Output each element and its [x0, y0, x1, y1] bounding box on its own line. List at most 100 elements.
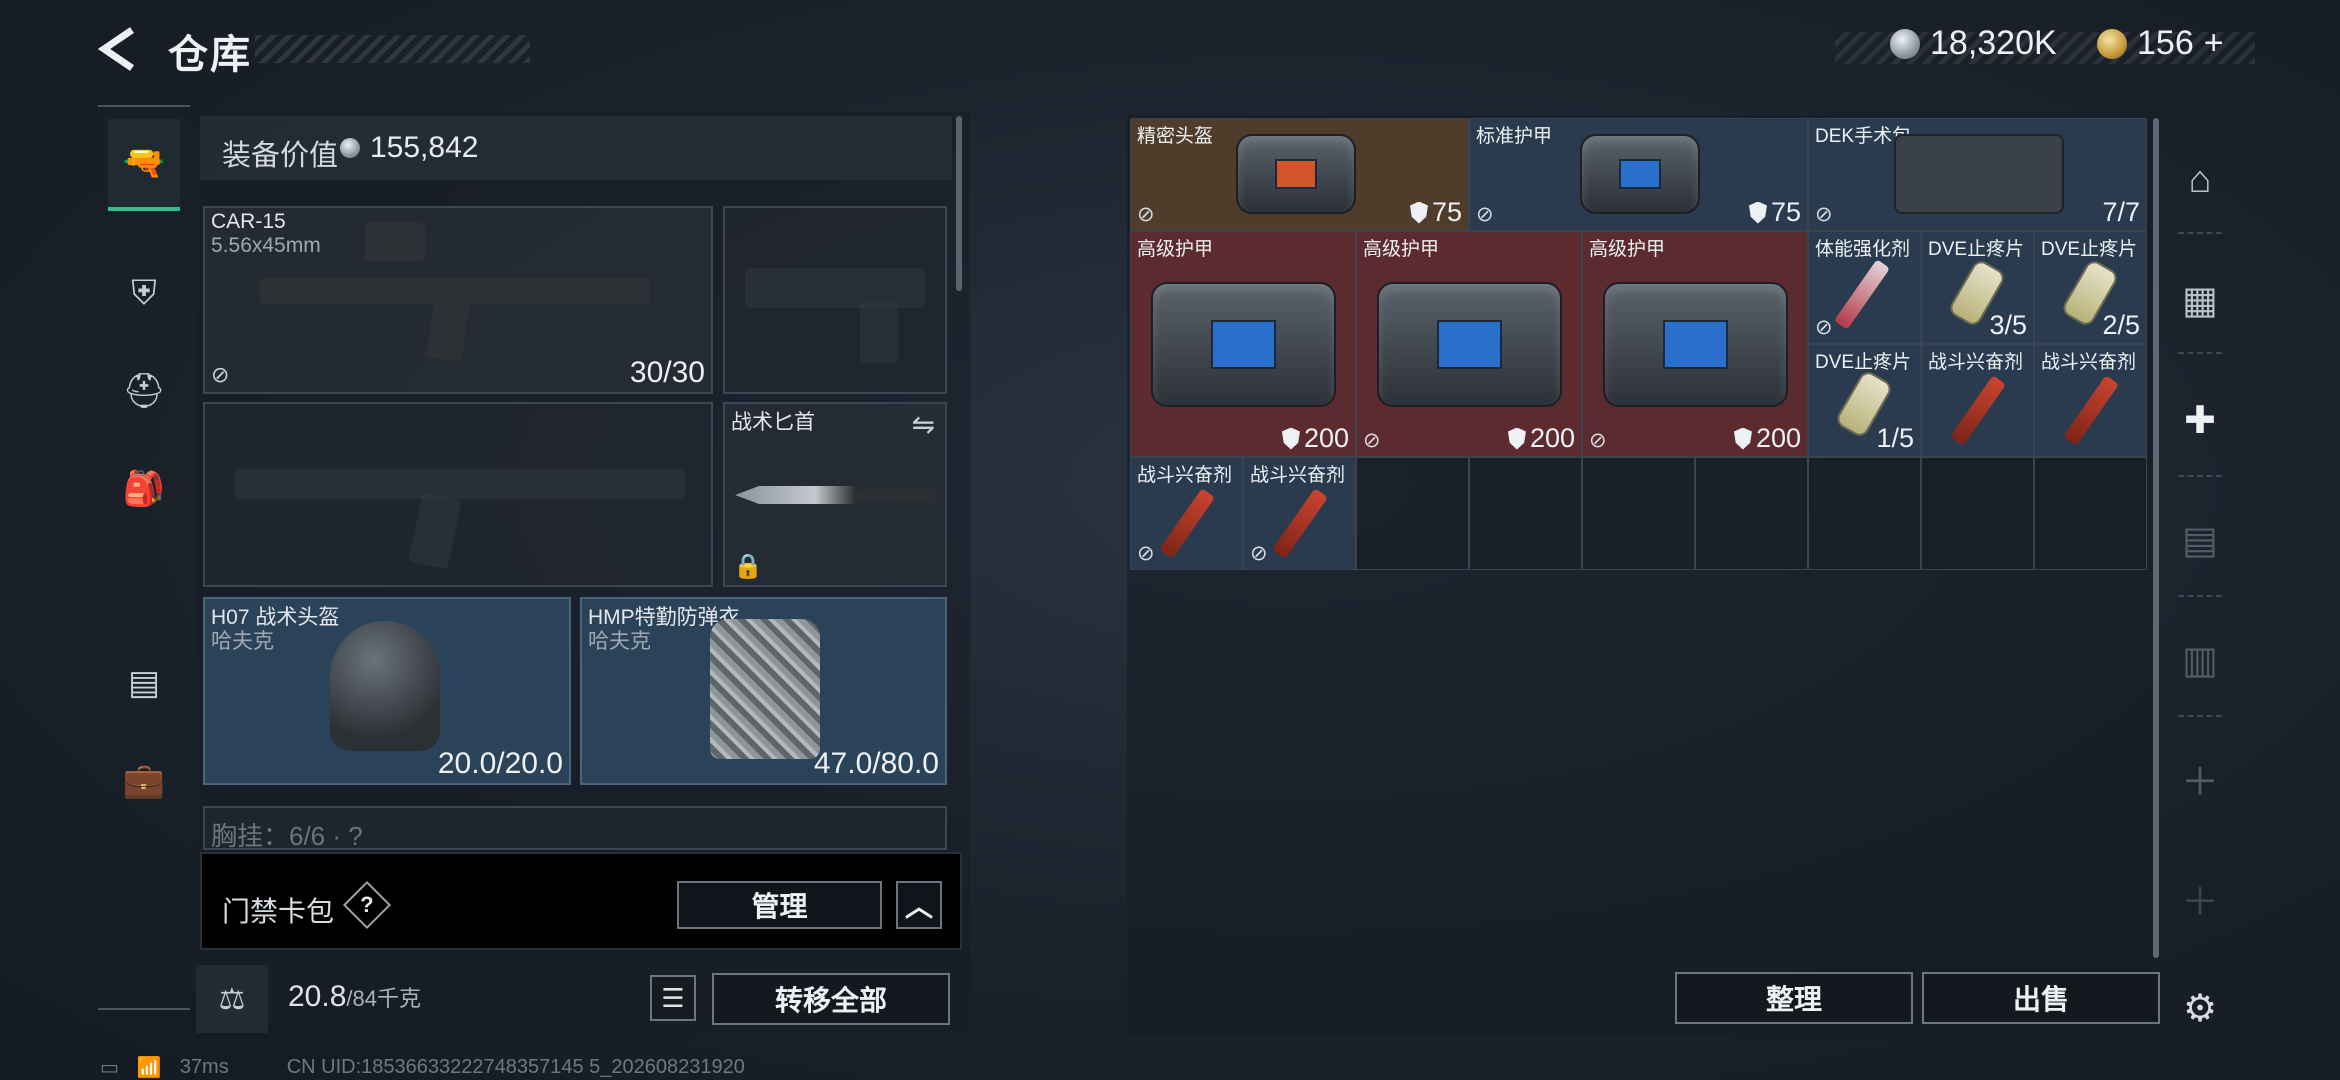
add-currency-icon[interactable]: +	[2204, 24, 2224, 63]
shelf-icon: ▥	[2182, 639, 2218, 682]
pistol-grip	[860, 303, 898, 363]
equipment-value-bar: 装备价值 155,842	[200, 116, 952, 180]
stash-grid: 精密头盔 ⊘ 75 标准护甲 ⊘ 75 DEK手术包 ⊘ 7/7 高级护甲 20…	[1130, 118, 2147, 570]
chest-rig-slot[interactable]: 胸挂：6/6 · ?	[203, 806, 947, 850]
stash-item[interactable]: 战斗兴奋剂	[2034, 344, 2147, 457]
melee-slot[interactable]: 战术匕首 ⇋ 🔒	[723, 402, 947, 587]
rail-divider	[2178, 715, 2222, 717]
rail-armor[interactable]: ⛨	[108, 247, 180, 339]
medkit-add-icon: ✚	[2184, 399, 2216, 442]
knife-image	[735, 486, 935, 504]
plus-icon: ＋	[2180, 881, 2219, 924]
gold-coin-icon	[2097, 28, 2127, 59]
primary-weapon-slot[interactable]: CAR-15 5.56x45mm ⊘ 30/30	[203, 206, 713, 394]
expand-button[interactable]: ︿	[896, 881, 942, 929]
armor-slot[interactable]: HMP特勤防弹衣 哈夫克 47.0/80.0	[580, 597, 947, 785]
page-title: 仓库	[168, 33, 252, 77]
no-insure-icon: ⊘	[1137, 203, 1155, 226]
briefcase-icon: 💼	[122, 762, 166, 800]
stash-tab-5[interactable]: ▥	[2170, 630, 2230, 690]
stash-item[interactable]: 战斗兴奋剂 ⊘	[1243, 457, 1356, 570]
armor-bag-image	[1151, 282, 1336, 407]
empty-slot[interactable]	[1921, 457, 2034, 570]
empty-slot[interactable]	[1469, 457, 1582, 570]
no-insure-icon: ⊘	[1476, 203, 1494, 226]
pistol-icon: 🔫	[122, 144, 166, 182]
rail-backpack[interactable]: 🎒	[108, 443, 180, 535]
stash-item[interactable]: 高级护甲 ⊘ 200	[1582, 231, 1808, 457]
no-insure-icon: ⊘	[211, 362, 230, 387]
rail-divider	[2178, 352, 2222, 354]
empty-slot[interactable]	[2034, 457, 2147, 570]
no-insure-icon: ⊘	[1815, 316, 1833, 339]
durability-icon	[1507, 427, 1526, 450]
plus-icon: ＋	[2180, 761, 2219, 804]
stimulant-image	[1833, 259, 1891, 330]
stash-item[interactable]: 体能强化剂 ⊘	[1808, 231, 1921, 344]
folder-icon: ▤	[2182, 519, 2218, 562]
list-view-button[interactable]: ☰	[650, 975, 696, 1021]
manage-button[interactable]: 管理	[677, 881, 882, 929]
empty-slot[interactable]	[1582, 457, 1695, 570]
rifle-magazine	[425, 295, 471, 363]
durability-icon	[1748, 201, 1767, 224]
stash-item[interactable]: DVE止疼片 3/5	[1921, 231, 2034, 344]
rail-weapons[interactable]: 🔫	[108, 119, 180, 211]
combat-stim-image	[1158, 488, 1216, 559]
stash-item[interactable]: DVE止疼片 2/5	[2034, 231, 2147, 344]
gold-currency[interactable]: 156 +	[2097, 24, 2224, 63]
stash-item[interactable]: 精密头盔 ⊘ 75	[1130, 118, 1469, 231]
stash-item[interactable]: DVE止疼片 1/5	[1808, 344, 1921, 457]
category-rail: 🔫 ⛨ ⛑ 🎒 ▤ 💼	[98, 105, 190, 1010]
stash-item[interactable]: 标准护甲 ⊘ 75	[1469, 118, 1808, 231]
stash-tab-4[interactable]: ▤	[2170, 510, 2230, 570]
swap-icon[interactable]: ⇋	[912, 408, 935, 441]
storage-icon: ▦	[2182, 279, 2218, 322]
sort-button[interactable]: 整理	[1675, 972, 1913, 1024]
combat-stim-image	[1949, 375, 2007, 446]
armor-bag-image	[1603, 282, 1788, 407]
carry-weight: 20.8/84千克	[288, 980, 421, 1013]
pistol-slot[interactable]	[723, 206, 947, 394]
empty-slot[interactable]	[1695, 457, 1808, 570]
stash-item[interactable]: 高级护甲 200	[1130, 231, 1356, 457]
loadout-scrollbar[interactable]	[956, 116, 962, 291]
add-stash-tab[interactable]: ＋	[2170, 748, 2230, 808]
stash-scrollbar[interactable]	[2153, 118, 2159, 958]
stash-item[interactable]: 高级护甲 ⊘ 200	[1356, 231, 1582, 457]
rifle-placeholder-mag	[408, 492, 462, 570]
rail-case[interactable]: 💼	[108, 735, 180, 827]
no-insure-icon: ⊘	[1815, 203, 1833, 226]
stash-item[interactable]: DEK手术包 ⊘ 7/7	[1808, 118, 2147, 231]
transfer-all-button[interactable]: 转移全部	[712, 973, 950, 1025]
rail-helmet[interactable]: ⛑	[108, 345, 180, 437]
empty-slot[interactable]	[1808, 457, 1921, 570]
add-stash-tab-locked[interactable]: ＋	[2170, 868, 2230, 928]
help-icon[interactable]: ?	[342, 880, 392, 930]
combat-stim-image	[1271, 488, 1329, 559]
list-icon: ☰	[661, 982, 685, 1013]
settings-button[interactable]: ⚙	[2170, 978, 2230, 1038]
rail-divider	[2178, 232, 2222, 234]
surgery-kit-image	[1894, 134, 2064, 214]
silver-currency: 18,320K	[1890, 24, 2057, 63]
helmet-icon: ⛑	[122, 372, 166, 410]
secondary-weapon-slot[interactable]	[203, 402, 713, 587]
stash-tab-2[interactable]: ▦	[2170, 270, 2230, 330]
back-arrow-icon[interactable]	[98, 26, 138, 72]
empty-slot[interactable]	[1356, 457, 1469, 570]
wifi-icon: 📶	[136, 1057, 162, 1079]
stash-item[interactable]: 战斗兴奋剂	[1921, 344, 2034, 457]
rail-divider	[2178, 475, 2222, 477]
sell-button[interactable]: 出售	[1922, 972, 2160, 1024]
stash-tab-all[interactable]: ⌂	[2170, 150, 2230, 210]
helmet-slot[interactable]: H07 战术头盔 哈夫克 20.0/20.0	[203, 597, 571, 785]
rail-chest-rig[interactable]: ▤	[108, 637, 180, 729]
silver-coin-icon	[340, 138, 360, 158]
title-decoration	[255, 35, 530, 63]
stash-tab-medical[interactable]: ✚	[2170, 390, 2230, 450]
keycard-bar: 门禁卡包 ? 管理 ︿	[200, 852, 962, 950]
arch-icon: ⌂	[2188, 158, 2212, 201]
stash-item[interactable]: 战斗兴奋剂 ⊘	[1130, 457, 1243, 570]
no-insure-icon: ⊘	[1589, 429, 1607, 452]
